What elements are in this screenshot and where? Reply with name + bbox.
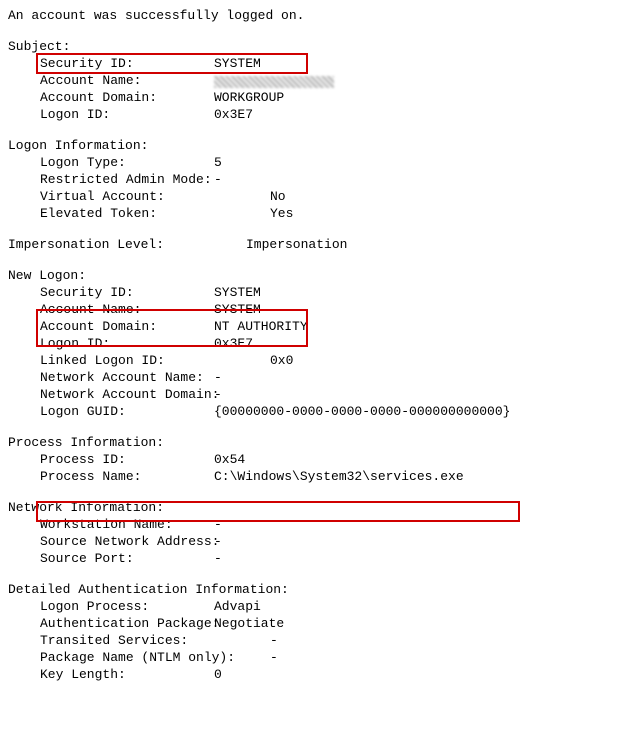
workstation-name: Workstation Name: -	[8, 517, 621, 534]
logon-type: Logon Type: 5	[8, 155, 621, 172]
impersonation-level: Impersonation Level: Impersonation	[8, 237, 621, 254]
transited-services: Transited Services: -	[8, 633, 621, 650]
network-info-heading: Network Information:	[8, 500, 621, 517]
subject-account-domain: Account Domain: WORKGROUP	[8, 90, 621, 107]
title: An account was successfully logged on.	[8, 8, 621, 25]
source-port: Source Port: -	[8, 551, 621, 568]
network-account-name: Network Account Name: -	[8, 370, 621, 387]
subject-logon-id: Logon ID: 0x3E7	[8, 107, 621, 124]
logon-info-heading: Logon Information:	[8, 138, 621, 155]
event-log-text: An account was successfully logged on. S…	[8, 8, 621, 684]
redacted-value	[214, 76, 334, 88]
restricted-admin: Restricted Admin Mode: -	[8, 172, 621, 189]
new-logon-security-id: Security ID: SYSTEM	[8, 285, 621, 302]
new-logon-account-domain: Account Domain: NT AUTHORITY	[8, 319, 621, 336]
process-name: Process Name: C:\Windows\System32\servic…	[8, 469, 621, 486]
elevated-token: Elevated Token: Yes	[8, 206, 621, 223]
package-name: Package Name (NTLM only): -	[8, 650, 621, 667]
logon-guid: Logon GUID: {00000000-0000-0000-0000-000…	[8, 404, 621, 421]
linked-logon-id: Linked Logon ID: 0x0	[8, 353, 621, 370]
auth-package: Authentication Package: Negotiate	[8, 616, 621, 633]
subject-account-name: Account Name:	[8, 73, 621, 90]
process-id: Process ID: 0x54	[8, 452, 621, 469]
logon-process: Logon Process: Advapi	[8, 599, 621, 616]
process-info-heading: Process Information:	[8, 435, 621, 452]
new-logon-account-name: Account Name: SYSTEM	[8, 302, 621, 319]
key-length: Key Length: 0	[8, 667, 621, 684]
new-logon-heading: New Logon:	[8, 268, 621, 285]
virtual-account: Virtual Account: No	[8, 189, 621, 206]
subject-security-id: Security ID: SYSTEM	[8, 56, 621, 73]
source-network-address: Source Network Address: -	[8, 534, 621, 551]
auth-info-heading: Detailed Authentication Information:	[8, 582, 621, 599]
new-logon-logon-id: Logon ID: 0x3E7	[8, 336, 621, 353]
subject-heading: Subject:	[8, 39, 621, 56]
network-account-domain: Network Account Domain: -	[8, 387, 621, 404]
